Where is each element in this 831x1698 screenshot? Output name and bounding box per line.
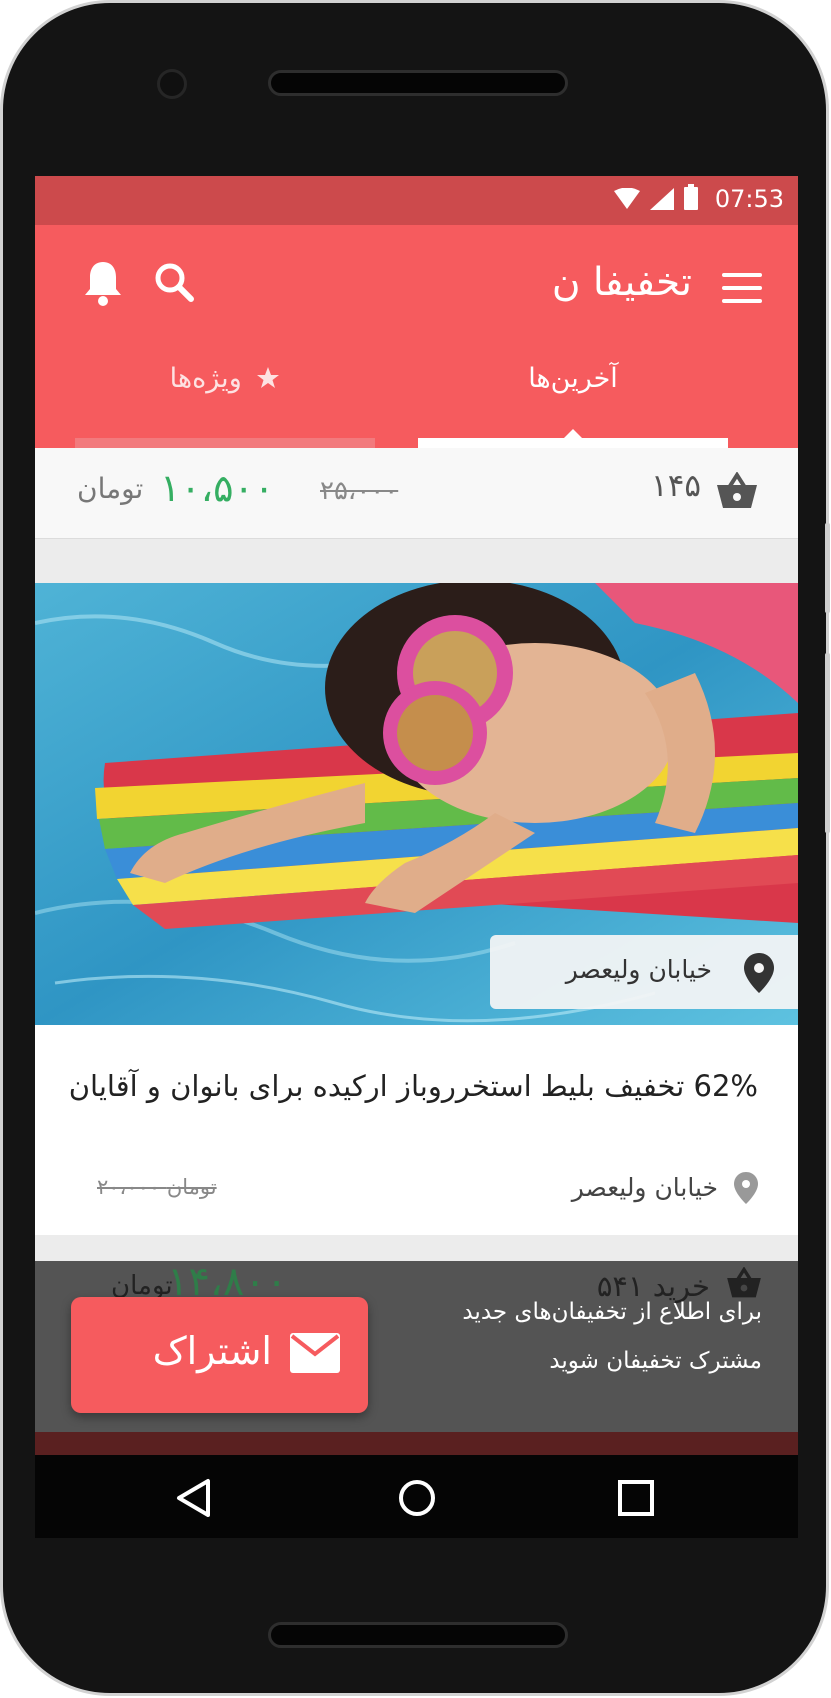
location-pin-icon [734,1172,758,1204]
signal-icon [650,188,674,210]
tab-special-wrap: ویژه‌ها [35,363,415,394]
next-deal-preview [35,1432,798,1455]
bell-icon[interactable] [81,259,125,307]
summary-currency: تومان [77,472,144,505]
location-chip: خیابان ولیعصر [490,935,798,1009]
subscribe-button[interactable]: اشتراک [71,1297,368,1413]
summary-bar: ۱۴۵ ۲۵،۰۰۰ ۱۰،۵۰۰ تومان [35,448,798,539]
tab-special-underline [75,438,375,448]
tab-latest-label: آخرین‌ها [528,363,618,394]
bottom-speaker [268,1622,568,1648]
deal-count: ۱۴۵ [651,468,701,504]
deal-title: 62% تخفیف بلیط استخررو‌باز ارکیده برای ب… [68,1069,758,1103]
search-icon[interactable] [153,261,197,305]
tab-special[interactable]: ویژه‌ها [35,353,415,448]
summary-old-price: ۲۵،۰۰۰ [320,476,399,506]
top-speaker [268,70,568,96]
subscribe-line-2: مشترک تخفیفان شوید [549,1348,762,1374]
battery-icon [684,184,698,210]
deal-old-price: ۲۰،۰۰۰ تومان [97,1175,217,1199]
screen: 07:53 تخفیفا ن آخرین‌ها [35,176,798,1538]
phone-frame: 07:53 تخفیفا ن آخرین‌ها [0,0,830,1696]
front-camera [157,69,187,99]
menu-icon[interactable] [722,273,762,303]
tab-indicator-notch [564,429,582,438]
app-title: تخفیفا ن [551,260,692,305]
tab-special-label: ویژه‌ها [169,363,242,394]
summary-new-price: ۱۰،۵۰۰ [160,466,275,510]
mail-icon [290,1333,340,1373]
recents-icon[interactable] [611,1473,661,1523]
basket-icon [727,1267,761,1298]
star-icon [257,367,280,388]
app-bar: تخفیفا ن آخرین‌ها ویژه‌ها [35,225,798,448]
location-chip-label: خیابان ولیعصر [565,955,712,984]
location-pin-icon [744,953,774,993]
deal-image[interactable]: خیابان ولیعصر [35,583,798,1025]
wifi-icon [614,188,640,209]
basket-icon [717,472,757,508]
tab-indicator [418,438,728,448]
tab-latest[interactable]: آخرین‌ها [383,353,763,448]
status-time: 07:53 [714,185,784,213]
deal-buy-count: ۵۴۱ خرید [596,1269,710,1303]
back-icon[interactable] [170,1473,220,1523]
volume-button [825,653,830,833]
subscribe-line-1: برای اطلاع از تخفیفان‌های جدید [462,1299,762,1325]
section-gap [35,539,798,583]
power-button [825,523,830,613]
subscribe-button-label: اشتراک [152,1329,272,1373]
system-nav-bar [35,1455,798,1538]
status-bar: 07:53 [35,176,798,225]
deal-location: خیابان ولیعصر [571,1173,718,1202]
home-icon[interactable] [392,1473,442,1523]
deal-card[interactable]: 62% تخفیف بلیط استخررو‌باز ارکیده برای ب… [35,1025,798,1235]
